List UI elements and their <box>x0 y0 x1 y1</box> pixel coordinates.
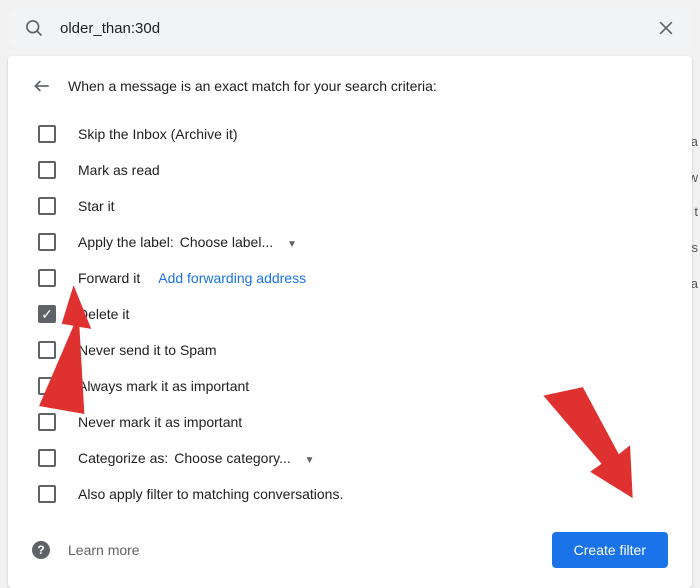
option-apply-label: Apply the label: Choose label... ▼ <box>32 224 668 260</box>
checkbox-delete[interactable]: ✓ <box>38 305 56 323</box>
checkbox-never-important[interactable] <box>38 413 56 431</box>
checkbox-also-apply[interactable] <box>38 485 56 503</box>
panel-header: When a message is an exact match for you… <box>32 76 668 96</box>
close-icon[interactable] <box>656 18 676 38</box>
label-forward: Forward it <box>78 270 140 286</box>
label-skip-inbox: Skip the Inbox (Archive it) <box>78 126 238 142</box>
option-forward: Forward it Add forwarding address <box>32 260 668 296</box>
checkbox-categorize[interactable] <box>38 449 56 467</box>
learn-more-link[interactable]: Learn more <box>68 542 140 558</box>
help-icon[interactable]: ? <box>32 541 50 559</box>
label-never-spam: Never send it to Spam <box>78 342 217 358</box>
label-categorize: Categorize as: <box>78 450 168 466</box>
search-input[interactable] <box>60 20 656 37</box>
select-choose-label[interactable]: Choose label... ▼ <box>180 234 297 250</box>
option-delete: ✓ Delete it <box>32 296 668 332</box>
option-categorize: Categorize as: Choose category... ▼ <box>32 440 668 476</box>
chevron-down-icon: ▼ <box>305 455 315 466</box>
link-add-forwarding[interactable]: Add forwarding address <box>158 270 306 286</box>
option-never-important: Never mark it as important <box>32 404 668 440</box>
chevron-down-icon: ▼ <box>287 239 297 250</box>
panel-footer: ? Learn more Create filter <box>32 532 668 568</box>
bg-text: t <box>694 204 698 219</box>
label-also-apply: Also apply filter to matching conversati… <box>78 486 343 502</box>
checkbox-never-spam[interactable] <box>38 341 56 359</box>
option-always-important: Always mark it as important <box>32 368 668 404</box>
label-mark-read: Mark as read <box>78 162 160 178</box>
option-skip-inbox: Skip the Inbox (Archive it) <box>32 116 668 152</box>
option-never-spam: Never send it to Spam <box>32 332 668 368</box>
option-star: Star it <box>32 188 668 224</box>
checkmark-icon: ✓ <box>41 307 53 321</box>
checkbox-forward[interactable] <box>38 269 56 287</box>
checkbox-skip-inbox[interactable] <box>38 125 56 143</box>
label-always-important: Always mark it as important <box>78 378 249 394</box>
checkbox-mark-read[interactable] <box>38 161 56 179</box>
select-choose-category[interactable]: Choose category... ▼ <box>174 450 314 466</box>
search-bar <box>8 8 692 48</box>
search-icon[interactable] <box>24 18 44 38</box>
checkbox-apply-label[interactable] <box>38 233 56 251</box>
label-delete: Delete it <box>78 306 129 322</box>
panel-title: When a message is an exact match for you… <box>68 78 437 94</box>
label-never-important: Never mark it as important <box>78 414 242 430</box>
label-star: Star it <box>78 198 115 214</box>
checkbox-always-important[interactable] <box>38 377 56 395</box>
create-filter-button[interactable]: Create filter <box>552 532 668 568</box>
bg-text: s <box>692 240 699 255</box>
learn-more-group: ? Learn more <box>32 541 140 559</box>
option-mark-read: Mark as read <box>32 152 668 188</box>
filter-panel: When a message is an exact match for you… <box>8 56 692 588</box>
back-arrow-icon[interactable] <box>32 76 52 96</box>
checkbox-star[interactable] <box>38 197 56 215</box>
option-also-apply: Also apply filter to matching conversati… <box>32 476 668 512</box>
label-apply-label: Apply the label: <box>78 234 174 250</box>
